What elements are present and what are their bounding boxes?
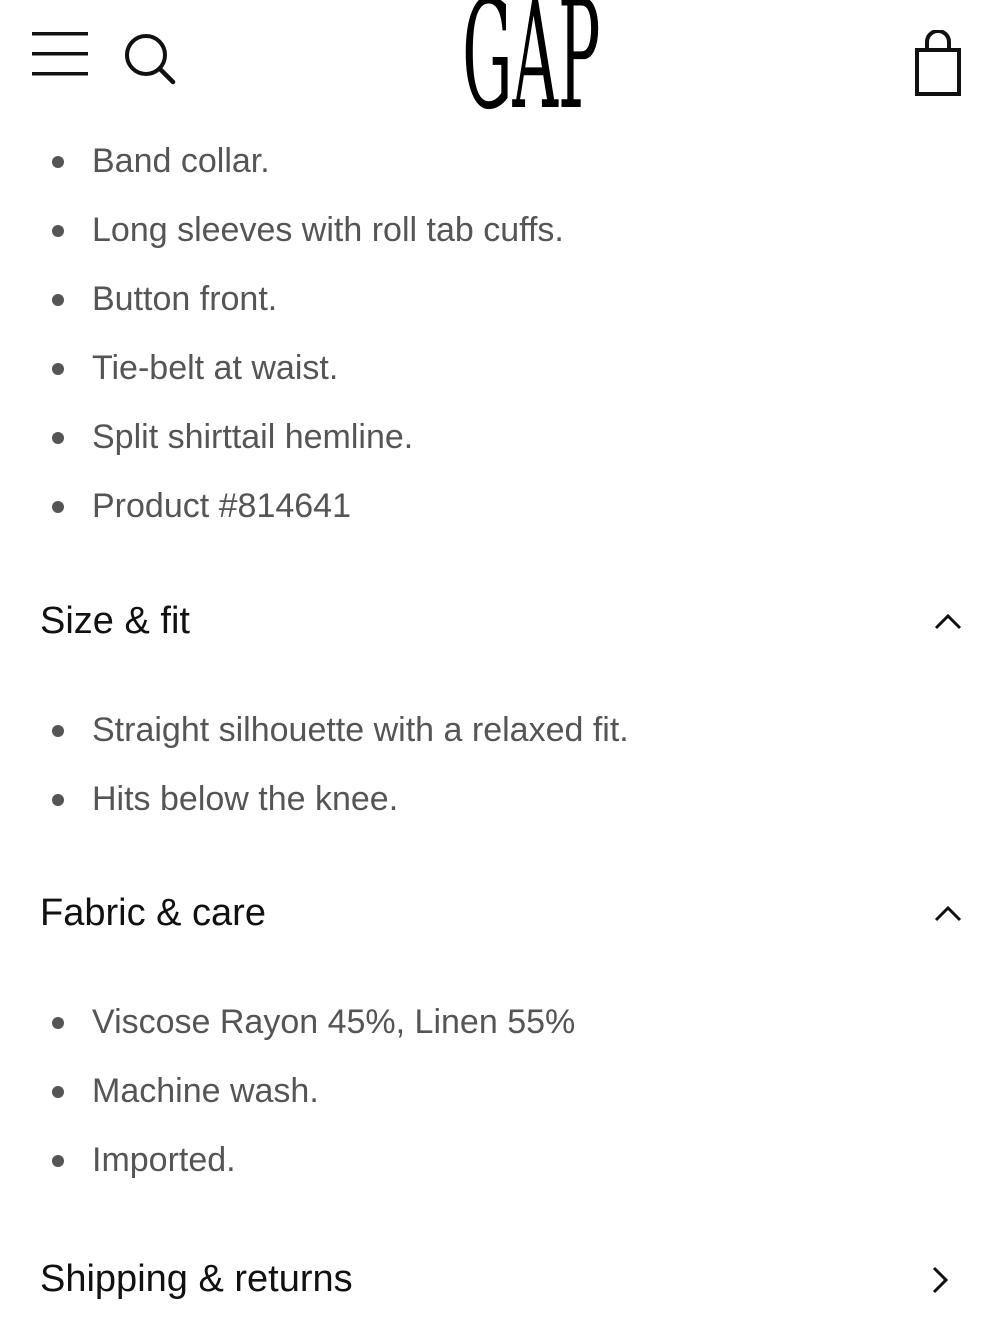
section-title: Fabric & care [40,892,266,934]
list-item: Machine wash. [0,1072,1000,1141]
bullet-dot [52,1086,64,1098]
bullet-dot [52,1017,64,1029]
fabric-care-accordion-header[interactable]: Fabric & care [0,884,1000,944]
shopping-bag-icon[interactable] [910,29,966,100]
product-details-list: Band collar. Long sleeves with roll tab … [0,142,1000,556]
hamburger-menu-icon[interactable] [30,28,90,82]
list-item: Hits below the knee. [0,780,1000,849]
fabric-care-list: Viscose Rayon 45%, Linen 55% Machine was… [0,1003,1000,1210]
bullet-dot [52,794,64,806]
bullet-dot [52,501,64,513]
bullet-dot [52,225,64,237]
shipping-returns-link[interactable]: Shipping & returns [0,1250,1000,1310]
list-item: Product #814641 [0,487,1000,556]
section-title: Shipping & returns [40,1258,353,1300]
bullet-dot [52,725,64,737]
size-fit-list: Straight silhouette with a relaxed fit. … [0,711,1000,849]
search-icon[interactable] [120,30,180,86]
bullet-dot [52,156,64,168]
list-item: Imported. [0,1141,1000,1210]
list-item: Band collar. [0,142,1000,211]
list-item: Button front. [0,280,1000,349]
section-title: Size & fit [40,600,190,642]
bullet-dot [52,294,64,306]
chevron-up-icon[interactable] [932,898,964,930]
size-fit-accordion-header[interactable]: Size & fit [0,592,1000,652]
bullet-dot [52,1155,64,1167]
list-item: Split shirttail hemline. [0,418,1000,487]
list-item: Viscose Rayon 45%, Linen 55% [0,1003,1000,1072]
bullet-dot [52,363,64,375]
chevron-up-icon[interactable] [932,606,964,638]
top-header: GAP [0,0,1000,131]
chevron-right-icon[interactable] [924,1264,956,1296]
list-item: Long sleeves with roll tab cuffs. [0,211,1000,280]
brand-logo[interactable]: GAP [462,0,600,131]
list-item: Tie-belt at waist. [0,349,1000,418]
list-item: Straight silhouette with a relaxed fit. [0,711,1000,780]
bullet-dot [52,432,64,444]
